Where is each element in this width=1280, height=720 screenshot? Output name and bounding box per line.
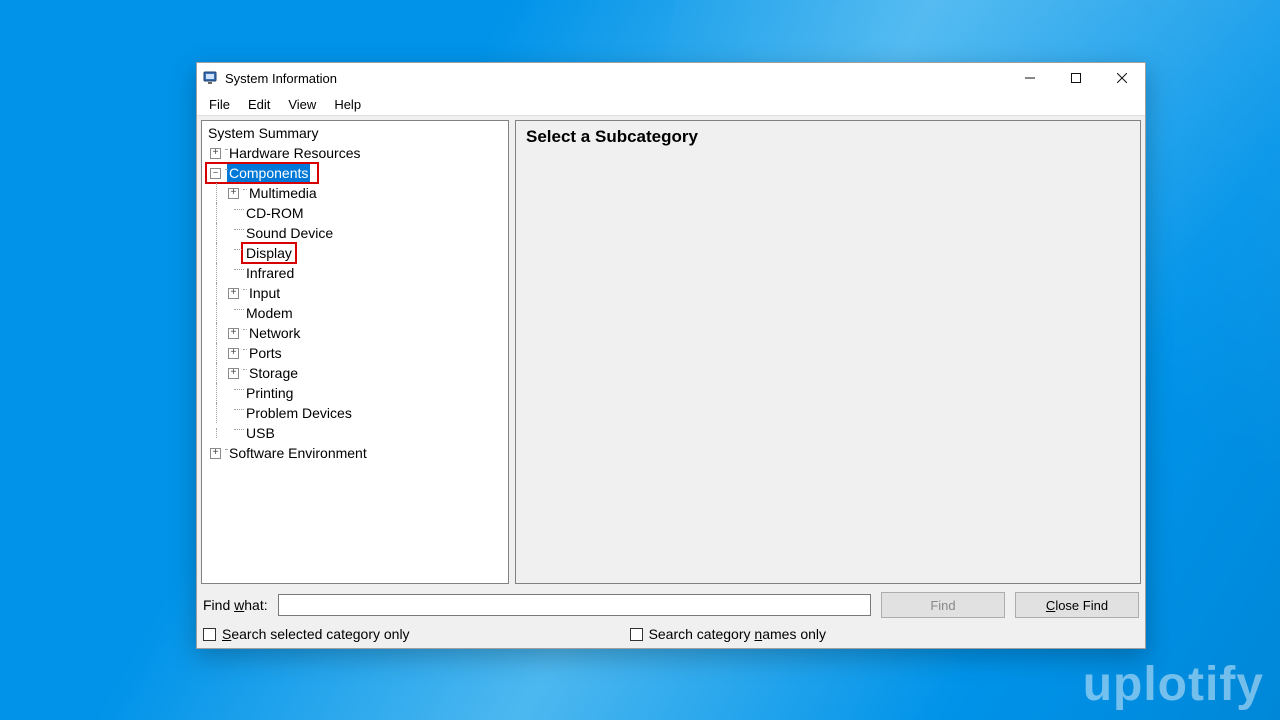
checkbox-icon [203,628,216,641]
tree-problem-devices[interactable]: Problem Devices [202,403,508,423]
expand-icon[interactable]: + [228,328,239,339]
find-button[interactable]: Find [881,592,1005,618]
tree-label: USB [244,423,277,443]
watermark: uplotify [1083,657,1264,712]
tree-components[interactable]: – Components [206,163,318,183]
menu-help[interactable]: Help [326,95,369,114]
tree-label: CD-ROM [244,203,306,223]
tree-label: Printing [244,383,295,403]
tree-label: Hardware Resources [227,143,363,163]
collapse-icon[interactable]: – [210,168,221,179]
tree-label: Software Environment [227,443,369,463]
tree-pane[interactable]: System Summary + Hardware Resources – Co… [201,120,509,584]
tree-system-summary[interactable]: System Summary [202,123,508,143]
tree-network[interactable]: + Network [202,323,508,343]
tree-ports[interactable]: + Ports [202,343,508,363]
menu-edit[interactable]: Edit [240,95,278,114]
tree-software-environment[interactable]: + Software Environment [202,443,508,463]
expand-icon[interactable]: + [210,148,221,159]
tree-label: Problem Devices [244,403,354,423]
menu-view[interactable]: View [280,95,324,114]
tree-hardware-resources[interactable]: + Hardware Resources [202,143,508,163]
tree-usb[interactable]: USB [202,423,508,443]
tree-infrared[interactable]: Infrared [202,263,508,283]
minimize-button[interactable] [1007,63,1053,93]
body-area: System Summary + Hardware Resources – Co… [197,116,1145,588]
checkbox-icon [630,628,643,641]
find-bar: Find what: Find Close Find Search select… [197,588,1145,648]
tree-label: Storage [247,363,300,383]
menubar: File Edit View Help [197,93,1145,116]
menu-file[interactable]: File [201,95,238,114]
system-information-window: System Information File Edit View Help S… [196,62,1146,649]
tree-label: Multimedia [247,183,319,203]
app-icon [203,70,219,86]
search-names-checkbox[interactable]: Search category names only [630,626,826,642]
tree-sound-device[interactable]: Sound Device [202,223,508,243]
tree-label: Input [247,283,282,303]
tree-label: Infrared [244,263,296,283]
window-title: System Information [225,71,337,86]
tree-input[interactable]: + Input [202,283,508,303]
tree-modem[interactable]: Modem [202,303,508,323]
close-button[interactable] [1099,63,1145,93]
tree-label: Ports [247,343,284,363]
search-selected-checkbox[interactable]: Search selected category only [203,626,410,642]
checkbox-label: Search selected category only [222,626,410,642]
checkbox-label: Search category names only [649,626,826,642]
content-heading: Select a Subcategory [526,127,1130,147]
maximize-button[interactable] [1053,63,1099,93]
tree-label: Modem [244,303,295,323]
tree-printing[interactable]: Printing [202,383,508,403]
tree-label: Components [227,163,310,183]
content-pane: Select a Subcategory [515,120,1141,584]
tree-multimedia[interactable]: + Multimedia [202,183,508,203]
expand-icon[interactable]: + [228,368,239,379]
tree-label: Network [247,323,302,343]
find-what-label: Find what: [203,597,268,613]
tree-label: System Summary [206,123,320,143]
expand-icon[interactable]: + [228,188,239,199]
expand-icon[interactable]: + [228,348,239,359]
tree-storage[interactable]: + Storage [202,363,508,383]
titlebar[interactable]: System Information [197,63,1145,93]
tree-label: Display [242,243,296,263]
tree-label: Sound Device [244,223,335,243]
tree-cdrom[interactable]: CD-ROM [202,203,508,223]
expand-icon[interactable]: + [210,448,221,459]
find-input[interactable] [278,594,871,616]
close-find-button[interactable]: Close Find [1015,592,1139,618]
expand-icon[interactable]: + [228,288,239,299]
tree-display[interactable]: Display [202,243,508,263]
